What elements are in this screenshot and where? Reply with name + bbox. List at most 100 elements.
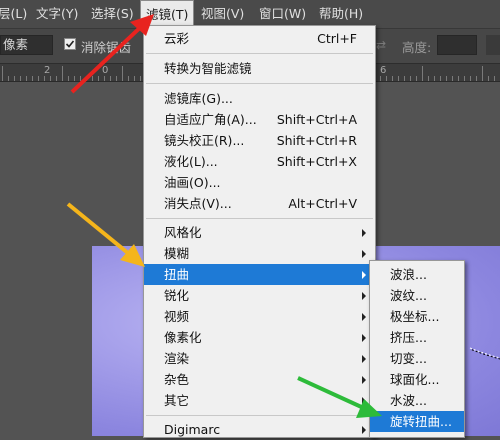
- submenu-item-shear[interactable]: 切变...: [370, 348, 464, 369]
- ruler-label: 6: [380, 65, 387, 76]
- menu-filter[interactable]: 滤镜(T): [140, 0, 195, 28]
- height-label: 高度:: [402, 40, 432, 55]
- menu-view[interactable]: 视图(V): [201, 0, 244, 28]
- submenu-arrow-icon: [362, 250, 366, 258]
- ruler-tick: [464, 76, 465, 81]
- antialias-checkbox[interactable]: [64, 38, 76, 50]
- ruler-tick: [452, 76, 453, 81]
- ruler-tick: [482, 66, 483, 81]
- menu-window[interactable]: 窗口(W): [259, 0, 306, 28]
- submenu-arrow-icon: [362, 334, 366, 342]
- menu-item-clouds[interactable]: 云彩 Ctrl+F: [144, 28, 375, 49]
- ruler-tick: [434, 76, 435, 81]
- ruler-tick: [428, 76, 429, 81]
- menu-separator: [146, 218, 373, 219]
- ruler-tick: [56, 76, 57, 81]
- ruler-tick: [32, 76, 33, 81]
- menu-item-other[interactable]: 其它: [144, 390, 375, 411]
- menu-separator: [146, 53, 373, 54]
- swap-icon[interactable]: ⇄: [376, 38, 386, 52]
- ruler-tick: [44, 76, 45, 81]
- ruler-tick: [416, 76, 417, 81]
- menu-help[interactable]: 帮助(H): [319, 0, 363, 28]
- menu-select[interactable]: 选择(S): [91, 0, 134, 28]
- menu-layer[interactable]: 层(L): [0, 0, 27, 28]
- ruler-tick: [128, 76, 129, 81]
- ruler-tick: [470, 76, 471, 81]
- options-overflow: [486, 35, 500, 55]
- check-icon: [65, 40, 75, 48]
- menu-item-lens-correction[interactable]: 镜头校正(R)... Shift+Ctrl+R: [144, 130, 375, 151]
- menu-item-noise[interactable]: 杂色: [144, 369, 375, 390]
- ruler-tick: [104, 76, 105, 81]
- ruler-tick: [488, 76, 489, 81]
- ruler-tick: [476, 76, 477, 81]
- menu-item-sharpen[interactable]: 锐化: [144, 285, 375, 306]
- submenu-item-pinch[interactable]: 挤压...: [370, 327, 464, 348]
- unit-select[interactable]: 像素: [0, 35, 53, 55]
- ruler-tick: [98, 76, 99, 81]
- ruler-label: 2: [44, 65, 51, 76]
- ruler-tick: [50, 76, 51, 81]
- ruler-tick: [392, 76, 393, 81]
- menu-item-liquify[interactable]: 液化(L)... Shift+Ctrl+X: [144, 151, 375, 172]
- submenu-item-twirl[interactable]: 旋转扭曲...: [370, 411, 464, 432]
- submenu-arrow-icon: [362, 229, 366, 237]
- submenu-arrow-icon: [362, 397, 366, 405]
- submenu-item-wave[interactable]: 波浪...: [370, 264, 464, 285]
- submenu-arrow-icon: [362, 271, 366, 279]
- ruler-tick: [380, 76, 381, 81]
- menu-item-distort[interactable]: 扭曲: [144, 264, 375, 285]
- menu-type[interactable]: 文字(Y): [36, 0, 78, 28]
- submenu-item-ocean-ripple[interactable]: 水波...: [370, 390, 464, 411]
- ruler-tick: [386, 76, 387, 81]
- submenu-arrow-icon: [362, 292, 366, 300]
- ruler-tick: [2, 66, 3, 81]
- submenu-arrow-icon: [362, 426, 366, 434]
- menu-item-oil-paint[interactable]: 油画(O)...: [144, 172, 375, 193]
- ruler-tick: [110, 76, 111, 81]
- ruler-tick: [494, 76, 495, 81]
- menu-separator: [146, 83, 373, 84]
- ruler-tick: [92, 76, 93, 81]
- ruler-tick: [8, 76, 9, 81]
- menu-item-pixelate[interactable]: 像素化: [144, 327, 375, 348]
- ruler-tick: [398, 76, 399, 81]
- ruler-tick: [116, 76, 117, 81]
- ruler-tick: [74, 76, 75, 81]
- ruler-tick: [38, 76, 39, 81]
- ruler-tick: [404, 76, 405, 81]
- submenu-item-zigzag[interactable]: 波纹...: [370, 285, 464, 306]
- ruler-tick: [440, 76, 441, 81]
- height-input[interactable]: [437, 35, 477, 55]
- ruler-tick: [20, 76, 21, 81]
- ruler-tick: [14, 76, 15, 81]
- menu-separator: [146, 415, 373, 416]
- ruler-tick: [122, 66, 123, 81]
- ruler-tick: [68, 76, 69, 81]
- ruler-tick: [86, 76, 87, 81]
- menu-item-filter-gallery[interactable]: 滤镜库(G)...: [144, 88, 375, 109]
- menu-item-adaptive-wide-angle[interactable]: 自适应广角(A)... Shift+Ctrl+A: [144, 109, 375, 130]
- ruler-tick: [62, 66, 63, 81]
- submenu-arrow-icon: [362, 376, 366, 384]
- ruler-tick: [422, 66, 423, 81]
- ruler-tick: [26, 76, 27, 81]
- ruler-tick: [446, 76, 447, 81]
- ruler-tick: [410, 76, 411, 81]
- submenu-item-polar-coordinates[interactable]: 极坐标...: [370, 306, 464, 327]
- ruler-tick: [80, 76, 81, 81]
- menu-item-vanishing-point[interactable]: 消失点(V)... Alt+Ctrl+V: [144, 193, 375, 214]
- submenu-item-spherize[interactable]: 球面化...: [370, 369, 464, 390]
- submenu-arrow-icon: [362, 355, 366, 363]
- menu-item-digimarc[interactable]: Digimarc: [144, 419, 375, 440]
- menu-item-convert-smart-filter[interactable]: 转换为智能滤镜: [144, 58, 375, 79]
- menu-item-render[interactable]: 渲染: [144, 348, 375, 369]
- menu-item-stylize[interactable]: 风格化: [144, 222, 375, 243]
- filter-menu: 云彩 Ctrl+F 转换为智能滤镜 滤镜库(G)... 自适应广角(A)... Sh…: [143, 25, 376, 438]
- menu-item-video[interactable]: 视频: [144, 306, 375, 327]
- menu-item-blur[interactable]: 模糊: [144, 243, 375, 264]
- submenu-arrow-icon: [362, 313, 366, 321]
- distort-submenu: 波浪... 波纹... 极坐标... 挤压... 切变... 球面化... 水波…: [369, 260, 465, 438]
- ruler-label: 0: [102, 65, 109, 76]
